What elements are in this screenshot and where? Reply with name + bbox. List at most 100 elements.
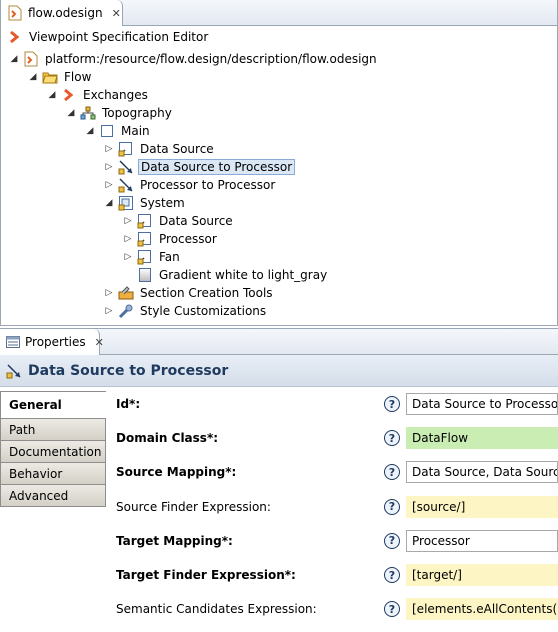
diagram-description-icon [80, 105, 96, 121]
close-icon[interactable]: ✕ [112, 7, 121, 20]
field-label: Target Finder Expression*: [116, 568, 296, 582]
property-field: Target Finder Expression*:? [target/] [116, 564, 558, 586]
tool-section-icon [118, 285, 134, 301]
tree-item[interactable]: ▷ Data Source to Processor [104, 158, 296, 176]
collapsed-arrow-icon[interactable]: ▷ [104, 288, 114, 298]
container-mapping-icon [118, 195, 134, 211]
expanded-arrow-icon[interactable]: ◢ [66, 108, 76, 118]
properties-header: Data Source to Processor [0, 355, 558, 387]
properties-tab[interactable]: Properties ✕ [0, 329, 104, 355]
viewpoint-folder-icon [42, 69, 58, 85]
tree-item[interactable]: ▷ Section Creation Tools [104, 284, 275, 302]
help-icon[interactable]: ? [384, 430, 400, 447]
editor-tab[interactable]: flow.odesign ✕ [1, 0, 123, 26]
section-tab-general[interactable]: General [0, 391, 106, 419]
tree-item[interactable]: ▷ Style Customizations [104, 302, 268, 320]
edge-mapping-icon [118, 177, 134, 193]
tree-item[interactable]: ◢ Topography [66, 104, 174, 122]
expanded-arrow-icon[interactable]: ◢ [28, 72, 38, 82]
field-value-input[interactable]: Data Source to Processor [406, 393, 558, 415]
style-customization-icon [118, 303, 134, 319]
close-icon[interactable]: ✕ [95, 336, 104, 349]
field-label: Id*: [116, 397, 141, 411]
tree-item-label: Main [121, 124, 150, 138]
collapsed-arrow-icon[interactable]: ▷ [104, 162, 114, 172]
help-icon[interactable]: ? [384, 396, 400, 412]
tree-item[interactable]: ◢ Flow [28, 68, 93, 86]
tree-item-label: Fan [159, 250, 180, 264]
field-value-input[interactable]: [target/] [406, 564, 558, 586]
tree-item-label: Processor to Processor [140, 178, 276, 192]
help-icon[interactable]: ? [384, 498, 400, 515]
properties-icon [6, 334, 20, 350]
help-icon[interactable]: ? [384, 567, 400, 583]
collapsed-arrow-icon[interactable]: ▷ [104, 180, 114, 190]
tree-item[interactable]: ◢ platform:/resource/flow.design/descript… [9, 50, 379, 68]
tree-item[interactable]: ▷ Fan [123, 248, 182, 266]
field-label: Target Mapping*: [116, 533, 233, 548]
collapsed-arrow-icon[interactable]: ▷ [123, 216, 133, 226]
collapsed-arrow-icon[interactable]: ▷ [104, 306, 114, 316]
expanded-arrow-icon[interactable]: ◢ [47, 90, 57, 100]
tree-item[interactable]: ▷ Processor [123, 230, 219, 248]
tree-item[interactable]: ▷ Processor to Processor [104, 176, 277, 194]
properties-tab-label: Properties [25, 335, 86, 349]
editor-tab-bar: flow.odesign ✕ [1, 0, 557, 26]
tree-item-label: Gradient white to light_gray [159, 268, 328, 282]
expanded-arrow-icon[interactable]: ◢ [85, 126, 95, 136]
tree-item-label: Data Source [159, 214, 233, 228]
properties-view: Properties ✕ Data Source to Processor Ge… [0, 328, 558, 632]
tree-item-label: Exchanges [83, 88, 148, 102]
tree-item-label: Processor [159, 232, 217, 246]
section-tab-behavior[interactable]: Behavior [0, 463, 106, 485]
tree-item-label: Flow [64, 70, 92, 84]
tree-item[interactable]: ▷ Data Source [104, 140, 216, 158]
property-field: Target Mapping*:? Processor [116, 529, 558, 552]
field-value-input[interactable]: Processor [406, 529, 558, 552]
field-value-input[interactable]: Data Source, Data Source [406, 461, 558, 484]
section-tab-advanced[interactable]: Advanced [0, 485, 106, 507]
tree-item[interactable]: ◢ System [104, 194, 187, 212]
tree-item-label: System [140, 196, 185, 210]
tree-item[interactable]: ◢ Main [85, 122, 152, 140]
tree-item-label: Data Source to Processor [138, 159, 296, 175]
odesign-file-icon [7, 5, 23, 21]
expanded-arrow-icon[interactable]: ◢ [9, 54, 19, 64]
section-tab-documentation[interactable]: Documentation [0, 441, 106, 463]
field-label: Domain Class*: [116, 431, 219, 446]
layer-icon [99, 123, 115, 139]
sirius-logo-icon [7, 29, 23, 45]
editor-title-bar: Viewpoint Specification Editor [1, 26, 557, 48]
representation-icon [61, 87, 77, 103]
property-field: Id*:? Data Source to Processor [116, 393, 558, 415]
tree-item-label: Data Source [140, 142, 214, 156]
property-field: Source Finder Expression:? [source/] [116, 495, 558, 518]
help-icon[interactable]: ? [384, 532, 400, 549]
property-field: Source Mapping*:? Data Source, Data Sourc… [116, 461, 558, 484]
field-value-input[interactable]: [source/] [406, 495, 558, 518]
help-icon[interactable]: ? [384, 601, 400, 618]
field-value-input[interactable]: DataFlow [406, 427, 558, 450]
node-mapping-icon [118, 141, 134, 157]
collapsed-arrow-icon[interactable]: ▷ [123, 252, 133, 262]
node-mapping-icon [137, 231, 153, 247]
tree-item[interactable]: ◢ Exchanges [47, 86, 150, 104]
collapsed-arrow-icon[interactable]: ▷ [123, 234, 133, 244]
expanded-arrow-icon[interactable]: ◢ [104, 198, 114, 208]
tree-item[interactable]: ▷ Data Source [123, 212, 235, 230]
section-tab-path[interactable]: Path [0, 419, 106, 441]
properties-title: Data Source to Processor [28, 362, 229, 379]
field-label: Source Finder Expression: [116, 499, 271, 514]
tree-item-label: platform:/resource/flow.design/descripti… [45, 52, 377, 66]
tree-item-label: Section Creation Tools [140, 286, 273, 300]
tree-item-label: Topography [102, 106, 172, 120]
help-icon[interactable]: ? [384, 464, 400, 481]
collapsed-arrow-icon[interactable]: ▷ [104, 144, 114, 154]
tree-item[interactable]: Gradient white to light_gray [123, 266, 329, 284]
property-field: Semantic Candidates Expression:? [element… [116, 598, 558, 621]
edge-mapping-icon [6, 363, 22, 379]
field-value-input[interactable]: [elements.eAllContents()/] [406, 598, 558, 621]
tree-item-label: Style Customizations [140, 304, 267, 318]
editor-title: Viewpoint Specification Editor [29, 30, 209, 44]
field-label: Source Mapping*: [116, 465, 237, 480]
